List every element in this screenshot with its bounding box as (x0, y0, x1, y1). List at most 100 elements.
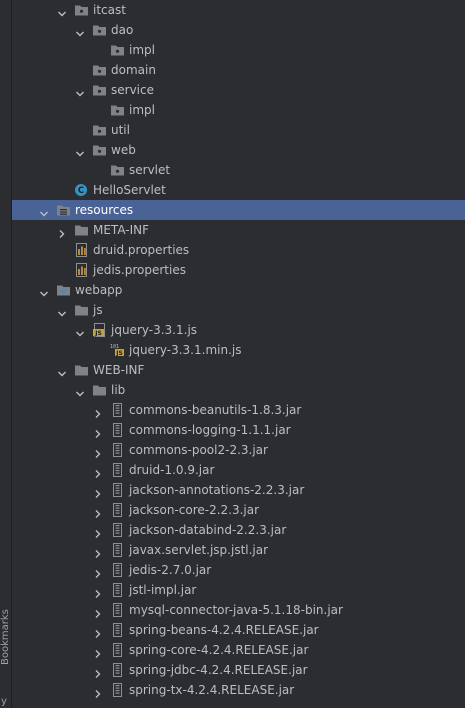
tree-node-label: spring-beans-4.2.4.RELEASE.jar (129, 623, 319, 637)
tree-node[interactable]: itcast (12, 0, 465, 20)
tree-node[interactable]: META-INF (12, 220, 465, 240)
tree-node[interactable]: jackson-annotations-2.2.3.jar (12, 480, 465, 500)
properties-file-icon (74, 263, 89, 277)
package-icon (92, 63, 107, 77)
jar-icon (110, 503, 125, 517)
chevron-down-icon[interactable] (75, 145, 85, 157)
chevron-down-icon[interactable] (75, 25, 85, 37)
tree-node[interactable]: impl (12, 40, 465, 60)
chevron-down-icon[interactable] (57, 5, 67, 17)
tree-node[interactable]: commons-logging-1.1.1.jar (12, 420, 465, 440)
tree-node-label: jedis.properties (93, 263, 186, 277)
chevron-right-icon[interactable] (93, 565, 103, 578)
tree-node[interactable]: servlet (12, 160, 465, 180)
chevron-right-icon[interactable] (93, 625, 103, 638)
package-icon (74, 3, 89, 17)
java-class-icon: C (74, 183, 89, 197)
jar-icon (110, 563, 125, 577)
tree-node-label: jstl-impl.jar (129, 583, 197, 597)
chevron-right-icon[interactable] (93, 525, 103, 538)
tree-node-label: javax.servlet.jsp.jstl.jar (129, 543, 269, 557)
tree-node[interactable]: spring-core-4.2.4.RELEASE.jar (12, 640, 465, 660)
tree-node[interactable]: webapp (12, 280, 465, 300)
tree-node-label: itcast (93, 3, 126, 17)
jar-icon (110, 543, 125, 557)
chevron-down-icon[interactable] (39, 205, 49, 217)
tree-node[interactable]: domain (12, 60, 465, 80)
tree-node[interactable]: lib (12, 380, 465, 400)
chevron-right-icon[interactable] (93, 465, 103, 478)
tree-node-label: commons-pool2-2.3.jar (129, 443, 268, 457)
tree-node[interactable]: druid.properties (12, 240, 465, 260)
tree-node-label: HelloServlet (93, 183, 166, 197)
chevron-down-icon[interactable] (75, 85, 85, 97)
chevron-down-icon[interactable] (57, 365, 67, 377)
chevron-right-icon[interactable] (93, 665, 103, 678)
bookmarks-tab[interactable]: Bookmarks (0, 602, 12, 672)
tree-node-label: service (111, 83, 154, 97)
chevron-down-icon[interactable] (75, 325, 85, 337)
tree-node[interactable]: resources (12, 200, 465, 220)
tree-node[interactable]: C HelloServlet (12, 180, 465, 200)
tree-node[interactable]: WEB-INF (12, 360, 465, 380)
tree-node-label: druid.properties (93, 243, 190, 257)
tree-node[interactable]: jedis.properties (12, 260, 465, 280)
package-icon (110, 103, 125, 117)
tree-node[interactable]: spring-jdbc-4.2.4.RELEASE.jar (12, 660, 465, 680)
tree-node[interactable]: spring-tx-4.2.4.RELEASE.jar (12, 680, 465, 700)
chevron-down-icon[interactable] (39, 285, 49, 297)
chevron-right-icon[interactable] (93, 485, 103, 498)
tree-node[interactable]: jedis-2.7.0.jar (12, 560, 465, 580)
package-icon (92, 23, 107, 37)
tree-node[interactable]: js (12, 300, 465, 320)
tree-node-label: impl (129, 103, 155, 117)
tree-node[interactable]: util (12, 120, 465, 140)
chevron-down-icon[interactable] (75, 385, 85, 397)
tree-node[interactable]: impl (12, 100, 465, 120)
tree-node[interactable]: javax.servlet.jsp.jstl.jar (12, 540, 465, 560)
package-icon (92, 83, 107, 97)
tree-node-label: resources (75, 203, 134, 217)
tree-node-label: jquery-3.3.1.min.js (129, 343, 242, 357)
tree-node-label: spring-tx-4.2.4.RELEASE.jar (129, 683, 295, 697)
tree-node[interactable]: druid-1.0.9.jar (12, 460, 465, 480)
project-tree: itcast dao impl domain service impl util web ser… (12, 0, 465, 708)
chevron-right-icon[interactable] (93, 405, 103, 418)
tree-node[interactable]: 101 JS jquery-3.3.1.min.js (12, 340, 465, 360)
tree-node[interactable]: commons-beanutils-1.8.3.jar (12, 400, 465, 420)
tree-node[interactable]: mysql-connector-java-5.1.18-bin.jar (12, 600, 465, 620)
chevron-right-icon[interactable] (93, 645, 103, 658)
chevron-right-icon[interactable] (57, 225, 67, 238)
tree-node-label: META-INF (93, 223, 150, 237)
chevron-right-icon[interactable] (93, 585, 103, 598)
jar-icon (110, 403, 125, 417)
package-icon (110, 163, 125, 177)
svg-text:C: C (78, 186, 84, 196)
tree-node[interactable]: service (12, 80, 465, 100)
tree-node-label: domain (111, 63, 156, 77)
tree-node[interactable]: web (12, 140, 465, 160)
js-file-icon: JS (92, 323, 107, 337)
chevron-right-icon[interactable] (93, 425, 103, 438)
tree-node[interactable]: commons-pool2-2.3.jar (12, 440, 465, 460)
chevron-right-icon[interactable] (93, 605, 103, 618)
chevron-right-icon[interactable] (93, 505, 103, 518)
tree-node[interactable]: dao (12, 20, 465, 40)
tree-node[interactable]: jackson-databind-2.2.3.jar (12, 520, 465, 540)
tree-node-label: mysql-connector-java-5.1.18-bin.jar (129, 603, 343, 617)
tree-node[interactable]: JS jquery-3.3.1.js (12, 320, 465, 340)
tree-node-label: commons-logging-1.1.1.jar (129, 423, 291, 437)
properties-file-icon (74, 243, 89, 257)
tree-node[interactable]: spring-beans-4.2.4.RELEASE.jar (12, 620, 465, 640)
chevron-right-icon[interactable] (93, 545, 103, 558)
left-tool-stripe: Bookmarks y (0, 0, 12, 708)
chevron-right-icon[interactable] (93, 685, 103, 698)
chevron-down-icon[interactable] (57, 305, 67, 317)
chevron-right-icon[interactable] (93, 445, 103, 458)
tree-node-label: jackson-annotations-2.2.3.jar (129, 483, 305, 497)
tree-node[interactable]: jackson-core-2.2.3.jar (12, 500, 465, 520)
jar-icon (110, 423, 125, 437)
tree-node-label: commons-beanutils-1.8.3.jar (129, 403, 302, 417)
tree-node[interactable]: jstl-impl.jar (12, 580, 465, 600)
structure-tab-fragment[interactable]: y (1, 696, 9, 708)
